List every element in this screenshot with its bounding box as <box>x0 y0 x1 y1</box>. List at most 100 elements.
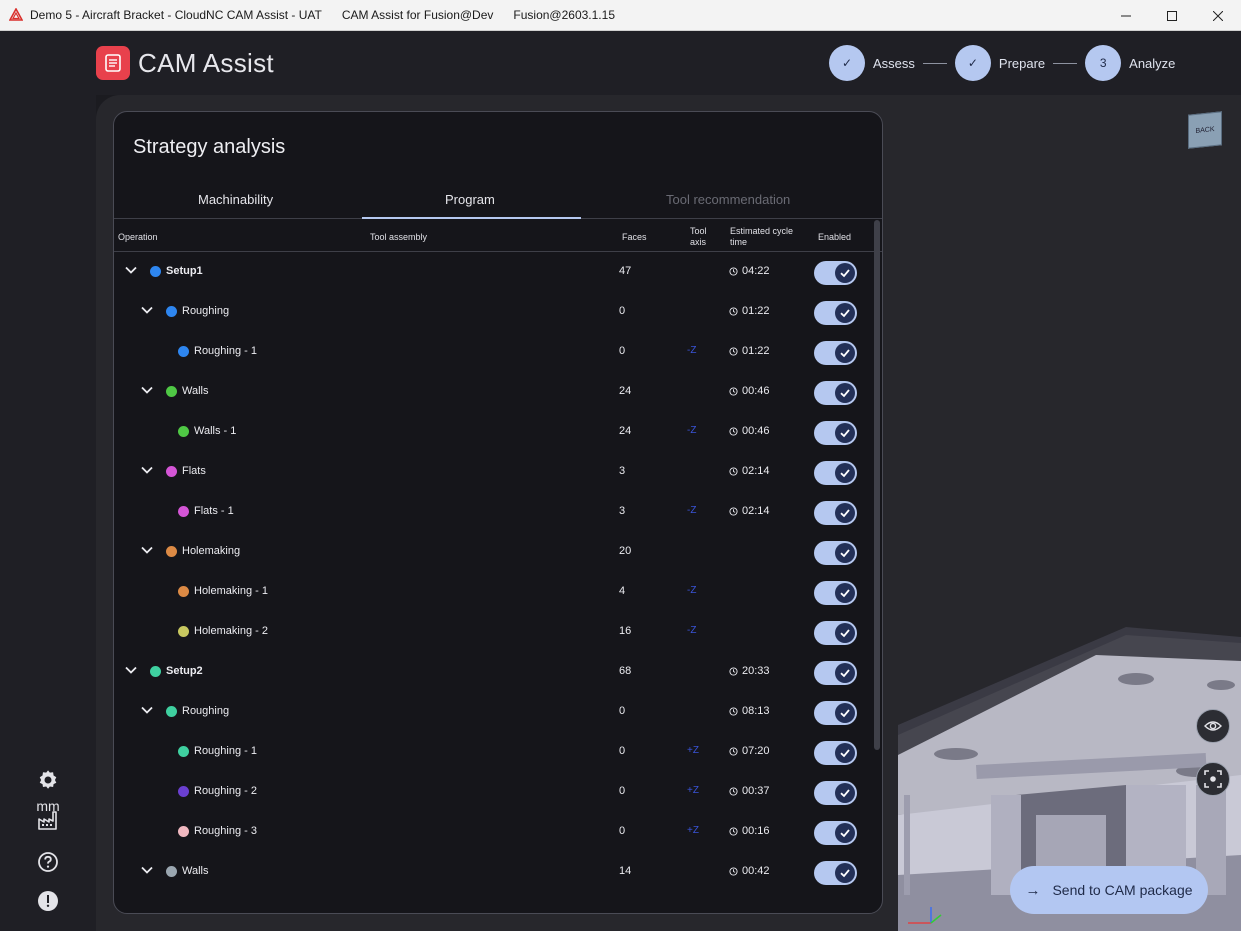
chevron-down-icon[interactable] <box>140 383 154 397</box>
app-name: CAM Assist <box>138 47 274 78</box>
table-row[interactable]: Holemaking - 2 16 -Z <box>114 612 874 652</box>
minimize-icon <box>1121 15 1131 16</box>
operation-color-dot <box>178 746 189 757</box>
table-row[interactable]: Walls 14 00:42 <box>114 852 874 892</box>
operation-name: Roughing - 3 <box>194 825 257 837</box>
step-prepare[interactable]: ✓ Prepare <box>954 45 1045 81</box>
faces-count: 24 <box>619 425 632 437</box>
close-icon <box>1213 10 1223 21</box>
table-row[interactable]: Flats 3 02:14 <box>114 452 874 492</box>
machine-button[interactable] <box>30 809 66 831</box>
enabled-toggle[interactable] <box>814 461 857 485</box>
chevron-down-icon[interactable] <box>140 543 154 557</box>
table-row[interactable]: Roughing - 2 0 +Z 00:37 <box>114 772 874 812</box>
checkmark-icon <box>835 423 855 443</box>
tab-machinability[interactable]: Machinability <box>198 192 273 207</box>
table-row[interactable]: Setup2 68 20:33 <box>114 652 874 692</box>
chevron-down-icon[interactable] <box>140 863 154 877</box>
column-header-cycle-time[interactable]: Estimated cycle time <box>730 226 804 248</box>
table-row[interactable]: Roughing - 3 0 +Z 00:16 <box>114 812 874 852</box>
settings-button[interactable] <box>30 769 66 791</box>
enabled-toggle[interactable] <box>814 741 857 765</box>
step-analyze[interactable]: 3 Analyze <box>1085 45 1175 81</box>
alert-button[interactable] <box>30 890 66 912</box>
enabled-toggle[interactable] <box>814 381 857 405</box>
step-number: 3 <box>1085 45 1122 81</box>
clock-icon <box>729 306 738 316</box>
scrollbar-thumb[interactable] <box>874 220 880 750</box>
clock-icon <box>729 786 738 796</box>
table-row[interactable]: Roughing 0 08:13 <box>114 692 874 732</box>
cycle-time: 02:14 <box>729 465 770 477</box>
clock-icon <box>729 266 738 276</box>
cycle-time: 00:37 <box>729 785 770 797</box>
operation-color-dot <box>178 786 189 797</box>
enabled-toggle[interactable] <box>814 341 857 365</box>
table-row[interactable]: Walls 24 00:46 <box>114 372 874 412</box>
operation-color-dot <box>166 306 177 317</box>
enabled-toggle[interactable] <box>814 621 857 645</box>
chevron-down-icon[interactable] <box>140 703 154 717</box>
checkmark-icon <box>835 503 855 523</box>
help-button[interactable] <box>30 851 66 873</box>
column-header-faces[interactable]: Faces <box>622 232 647 243</box>
table-row[interactable]: Holemaking 20 <box>114 532 874 572</box>
cycle-time-value: 20:33 <box>742 665 770 677</box>
table-scrollbar[interactable] <box>874 220 881 750</box>
enabled-toggle[interactable] <box>814 541 857 565</box>
table-row[interactable]: Roughing 0 01:22 <box>114 292 874 332</box>
operations-table-body: Setup1 47 04:22 Roughing 0 01:22 Roughing - 1 0… <box>114 252 882 913</box>
checkmark-icon <box>835 463 855 483</box>
faces-count: 3 <box>619 465 626 477</box>
checkmark-icon <box>835 783 855 803</box>
window-title-part: Demo 5 - Aircraft Bracket - CloudNC CAM … <box>30 8 322 22</box>
table-row[interactable]: Holemaking - 1 4 -Z <box>114 572 874 612</box>
fit-view-button[interactable] <box>1196 762 1230 796</box>
operation-color-dot <box>178 346 189 357</box>
chevron-down-icon[interactable] <box>140 303 154 317</box>
enabled-toggle[interactable] <box>814 301 857 325</box>
enabled-toggle[interactable] <box>814 261 857 285</box>
enabled-toggle[interactable] <box>814 501 857 525</box>
maximize-button[interactable] <box>1149 0 1195 31</box>
close-button[interactable] <box>1195 0 1241 31</box>
clock-icon <box>729 426 738 436</box>
table-row[interactable]: Roughing - 1 0 +Z 07:20 <box>114 732 874 772</box>
enabled-toggle[interactable] <box>814 421 857 445</box>
table-row[interactable]: Roughing - 1 0 -Z 01:22 <box>114 332 874 372</box>
step-label: Assess <box>873 55 915 71</box>
table-row[interactable]: Flats - 1 3 -Z 02:14 <box>114 492 874 532</box>
table-header: Operation Tool assembly Faces Tool axis … <box>114 220 882 252</box>
visibility-button[interactable] <box>1196 709 1230 743</box>
column-header-tool-assembly[interactable]: Tool assembly <box>370 232 427 243</box>
faces-count: 3 <box>619 505 626 517</box>
chevron-down-icon[interactable] <box>140 463 154 477</box>
enabled-toggle[interactable] <box>814 821 857 845</box>
column-header-tool-axis[interactable]: Tool axis <box>690 226 720 248</box>
active-tab-indicator <box>362 217 581 219</box>
column-header-operation[interactable]: Operation <box>118 232 158 243</box>
send-to-cam-button[interactable]: → Send to CAM package <box>1010 866 1208 914</box>
cycle-time-value: 02:14 <box>742 505 770 517</box>
minimize-button[interactable] <box>1103 0 1149 31</box>
enabled-toggle[interactable] <box>814 701 857 725</box>
window-title: Demo 5 - Aircraft Bracket - CloudNC CAM … <box>30 8 635 22</box>
enabled-toggle[interactable] <box>814 861 857 885</box>
enabled-toggle[interactable] <box>814 661 857 685</box>
chevron-down-icon[interactable] <box>124 263 138 277</box>
table-row[interactable]: Walls - 1 24 -Z 00:46 <box>114 412 874 452</box>
step-assess[interactable]: ✓ Assess <box>829 45 915 81</box>
enabled-toggle[interactable] <box>814 581 857 605</box>
column-header-enabled[interactable]: Enabled <box>818 232 851 243</box>
table-row[interactable]: Setup1 47 04:22 <box>114 252 874 292</box>
tab-bar: Machinability Program Tool recommendatio… <box>114 184 882 219</box>
tool-axis: -Z <box>687 345 697 356</box>
app-header: CAM Assist ✓ Assess ✓ Prepare 3 Analyze <box>0 31 1241 95</box>
checkmark-icon <box>835 263 855 283</box>
enabled-toggle[interactable] <box>814 781 857 805</box>
faces-count: 0 <box>619 345 626 357</box>
chevron-down-icon[interactable] <box>124 663 138 677</box>
step-connector <box>922 62 947 64</box>
tab-program[interactable]: Program <box>445 192 495 207</box>
view-cube[interactable]: BACK <box>1188 111 1222 149</box>
